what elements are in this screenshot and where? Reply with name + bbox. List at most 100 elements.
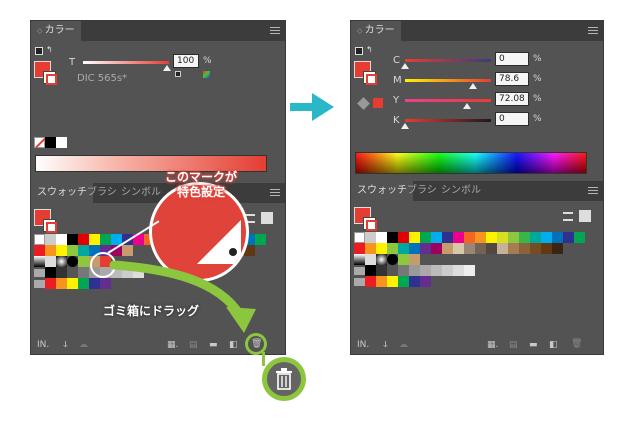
swatch[interactable] <box>486 243 497 254</box>
swatch[interactable] <box>508 232 519 243</box>
swatch[interactable] <box>56 234 67 245</box>
channel-c-track[interactable] <box>405 59 491 62</box>
channel-m-field[interactable]: 78.6 <box>495 72 529 86</box>
new-swatch-icon[interactable]: ◧ <box>229 340 238 350</box>
swatch[interactable] <box>376 243 387 254</box>
swatch[interactable] <box>464 232 475 243</box>
new-swatch-icon[interactable]: ◧ <box>549 340 558 350</box>
swatch[interactable] <box>398 254 409 265</box>
tab-color[interactable]: ◇ カラー <box>31 21 81 41</box>
swatch[interactable] <box>541 232 552 243</box>
swatches-menu-icon[interactable] <box>588 185 598 195</box>
swatch[interactable] <box>34 245 45 256</box>
swatch[interactable] <box>34 234 45 245</box>
swatch[interactable] <box>431 243 442 254</box>
spot-mark-icon[interactable] <box>175 71 181 77</box>
swatch[interactable] <box>67 278 78 289</box>
swatch[interactable] <box>387 254 398 265</box>
swatch[interactable] <box>453 232 464 243</box>
swatch[interactable] <box>541 243 552 254</box>
swatch[interactable] <box>519 232 530 243</box>
swatch[interactable] <box>89 278 100 289</box>
swatch[interactable] <box>376 254 387 265</box>
swatch[interactable] <box>420 276 431 287</box>
out-of-gamut-icon[interactable] <box>357 97 370 110</box>
swatch[interactable] <box>45 245 56 256</box>
swatch[interactable] <box>442 265 453 276</box>
swatch[interactable] <box>78 278 89 289</box>
swatch[interactable] <box>563 232 574 243</box>
swatch[interactable] <box>365 265 376 276</box>
swatch-options-icon[interactable]: ▦. <box>487 340 498 350</box>
show-kinds-icon[interactable]: ↆ <box>63 340 68 350</box>
swatch[interactable] <box>409 232 420 243</box>
swatch[interactable] <box>45 234 56 245</box>
swatch[interactable] <box>78 256 89 267</box>
black-swatch[interactable] <box>45 137 56 148</box>
delete-swatch-icon[interactable]: 🗑 <box>571 339 582 349</box>
none-swatch[interactable] <box>34 137 46 149</box>
swatch[interactable] <box>56 256 67 267</box>
swatch[interactable] <box>486 232 497 243</box>
swatch[interactable] <box>453 243 464 254</box>
swatch[interactable] <box>552 243 563 254</box>
default-colors-icon[interactable] <box>35 47 43 55</box>
show-kinds-icon[interactable]: ↆ <box>383 340 388 350</box>
library-icon[interactable]: IN. <box>357 340 369 350</box>
swatch[interactable] <box>398 276 409 287</box>
swatch[interactable] <box>387 276 398 287</box>
tint-slider-track[interactable] <box>83 61 169 64</box>
swatch[interactable] <box>376 232 387 243</box>
channel-k-thumb[interactable] <box>401 123 409 129</box>
swatch-stroke-box[interactable] <box>363 217 377 231</box>
swatch[interactable] <box>387 265 398 276</box>
swatch[interactable] <box>398 265 409 276</box>
swatch[interactable] <box>409 254 420 265</box>
swatch[interactable] <box>354 254 365 265</box>
swatch[interactable] <box>67 245 78 256</box>
swatch[interactable] <box>497 243 508 254</box>
channel-m-track[interactable] <box>405 79 491 82</box>
swap-colors-icon[interactable]: ↰ <box>46 45 53 54</box>
swap-colors-icon[interactable]: ↰ <box>366 45 373 54</box>
swatch[interactable] <box>420 265 431 276</box>
swatch[interactable] <box>530 243 541 254</box>
swatch[interactable] <box>354 232 365 243</box>
swatch[interactable] <box>255 234 266 245</box>
channel-k-track[interactable] <box>405 119 491 122</box>
color-group-icon[interactable]: ▤ <box>189 340 198 350</box>
folder-icon[interactable] <box>34 280 45 288</box>
swatch[interactable] <box>78 245 89 256</box>
swatch[interactable] <box>45 278 56 289</box>
swatch[interactable] <box>34 256 45 267</box>
stroke-color-box[interactable] <box>43 71 57 85</box>
channel-c-thumb[interactable] <box>401 63 409 69</box>
swatch[interactable] <box>67 256 78 267</box>
swatch[interactable] <box>431 265 442 276</box>
swatch-options-icon[interactable]: ▦. <box>167 340 178 350</box>
new-folder-icon[interactable]: ▬ <box>529 340 538 350</box>
stroke-color-box[interactable] <box>363 71 377 85</box>
list-view-icon[interactable] <box>563 212 573 221</box>
swatch[interactable] <box>376 265 387 276</box>
color-spectrum-bar[interactable] <box>355 152 587 174</box>
swatch[interactable] <box>475 243 486 254</box>
grid-view-icon[interactable] <box>579 210 591 222</box>
grid-view-icon[interactable] <box>261 212 273 224</box>
swatch[interactable] <box>497 232 508 243</box>
swatch-stroke-box[interactable] <box>43 219 57 233</box>
swatch[interactable] <box>409 243 420 254</box>
swatch[interactable] <box>530 232 541 243</box>
swatch[interactable] <box>354 243 365 254</box>
tint-slider-thumb[interactable] <box>163 65 171 71</box>
swatch[interactable] <box>442 232 453 243</box>
swatch[interactable] <box>67 234 78 245</box>
channel-y-field[interactable]: 72.08 <box>495 92 529 106</box>
swatch[interactable] <box>67 267 78 278</box>
swatch[interactable] <box>365 276 376 287</box>
new-folder-icon[interactable]: ▬ <box>209 340 218 350</box>
swatch[interactable] <box>89 234 100 245</box>
white-swatch[interactable] <box>56 137 67 148</box>
color-mode-icon[interactable] <box>203 71 210 78</box>
panel-menu-icon[interactable] <box>588 25 598 35</box>
